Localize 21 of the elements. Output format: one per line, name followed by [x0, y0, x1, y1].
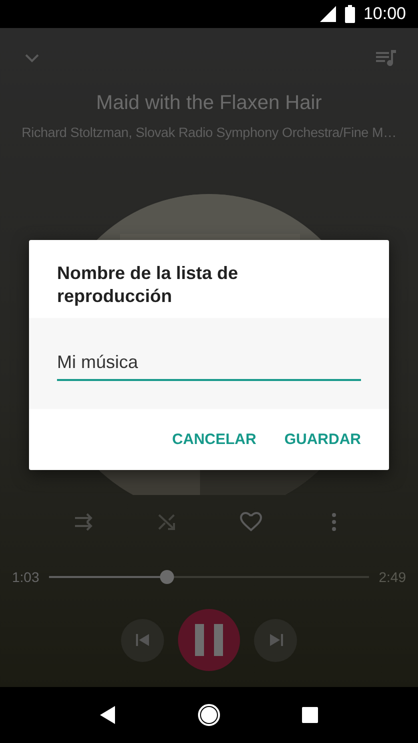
elapsed-time: 1:03	[12, 569, 40, 585]
skip-next-icon	[268, 632, 284, 648]
input-field[interactable]: Mi música	[57, 348, 361, 381]
pause-icon	[195, 624, 223, 656]
clock-time: 10:00	[363, 4, 406, 24]
dialog-title: Nombre de la lista de reproducción	[56, 262, 240, 308]
back-icon[interactable]	[100, 706, 116, 724]
cancel-button[interactable]: CANCELAR	[164, 421, 264, 458]
battery-icon	[345, 5, 356, 23]
recents-icon[interactable]	[302, 707, 318, 723]
text-field[interactable]: Mi música	[29, 318, 389, 409]
seek-bar[interactable]	[49, 570, 369, 584]
signal-icon	[319, 5, 338, 23]
next-button[interactable]	[254, 618, 297, 662]
home-icon[interactable]	[196, 703, 221, 727]
duration-time: 2:49	[378, 569, 406, 585]
skip-previous-icon	[134, 632, 150, 648]
save-button[interactable]: GUARDAR	[276, 421, 369, 458]
heart-icon[interactable]	[238, 510, 263, 534]
previous-button[interactable]	[121, 618, 164, 662]
track-title: Maid with the Flaxen Hair	[95, 92, 323, 115]
